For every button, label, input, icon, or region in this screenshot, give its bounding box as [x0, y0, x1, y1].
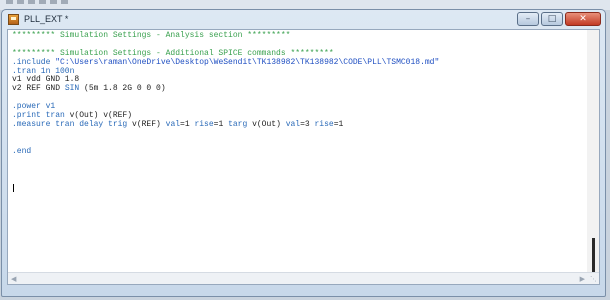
code-token: ********* Simulation Settings - Addition…	[12, 48, 334, 58]
netlist-code: ********* Simulation Settings - Analysis…	[12, 31, 440, 157]
vertical-scrollbar[interactable]	[587, 30, 599, 282]
code-token: val	[165, 119, 181, 129]
code-token: v(Out)	[252, 119, 286, 129]
code-token: SIN	[64, 84, 80, 94]
netlist-editor-window: PLL_EXT * – □ ✕ ********* Simulation Set…	[1, 9, 606, 297]
code-token: =1	[333, 119, 344, 129]
minimize-button[interactable]: –	[517, 12, 539, 26]
code-token: rise	[314, 119, 334, 129]
code-token: .tran 1n 100n	[12, 66, 75, 76]
horizontal-scrollbar[interactable]: ◀ ▶	[8, 272, 599, 284]
arrow-left-icon[interactable]: ◀	[11, 274, 16, 284]
caption-buttons: – □ ✕	[517, 12, 601, 26]
code-token: "C:\Users\raman\OneDrive\Desktop\WeSendi…	[55, 57, 440, 67]
window-title: PLL_EXT *	[24, 14, 69, 24]
netlist-text-area[interactable]: ********* Simulation Settings - Analysis…	[7, 29, 600, 285]
code-token: v1 vdd GND 1.8	[12, 75, 80, 85]
code-token: .measure tran delay trig	[12, 119, 133, 129]
code-line: ********* Simulation Settings - Analysis…	[12, 31, 439, 41]
code-token: =3	[300, 119, 315, 129]
code-token: ********* Simulation Settings - Analysis…	[12, 31, 291, 40]
code-token: (5m 1.8 2G 0 0 0)	[79, 84, 166, 94]
arrow-right-icon[interactable]: ▶	[580, 274, 585, 284]
netlist-file-icon	[8, 14, 19, 25]
toolbar-fragment	[6, 0, 68, 5]
maximize-button[interactable]: □	[541, 12, 563, 26]
code-line: v2 REF GND SIN (5m 1.8 2G 0 0 0)	[12, 84, 439, 94]
close-button[interactable]: ✕	[565, 12, 601, 26]
code-token: v(Out) v(REF)	[69, 111, 133, 121]
code-token: v2 REF GND	[12, 84, 65, 94]
code-line: .include "C:\Users\raman\OneDrive\Deskto…	[12, 57, 440, 68]
code-token: targ	[228, 119, 253, 129]
code-token: val	[285, 119, 301, 129]
code-token: .include	[12, 57, 56, 67]
resize-grip-icon[interactable]: ⋱	[590, 275, 597, 283]
text-caret	[13, 184, 14, 192]
code-token: .power v1	[12, 102, 56, 112]
title-bar[interactable]: PLL_EXT * – □ ✕	[2, 10, 605, 30]
code-line: .measure tran delay trig v(REF) val=1 ri…	[12, 119, 439, 130]
code-token: v(REF)	[132, 119, 166, 129]
code-line: .end	[12, 146, 439, 157]
code-token: .end	[12, 146, 32, 156]
code-token: =1	[213, 119, 229, 129]
code-token: =1	[180, 119, 195, 129]
code-token: rise	[194, 119, 214, 129]
code-token: .print tran	[12, 111, 70, 121]
